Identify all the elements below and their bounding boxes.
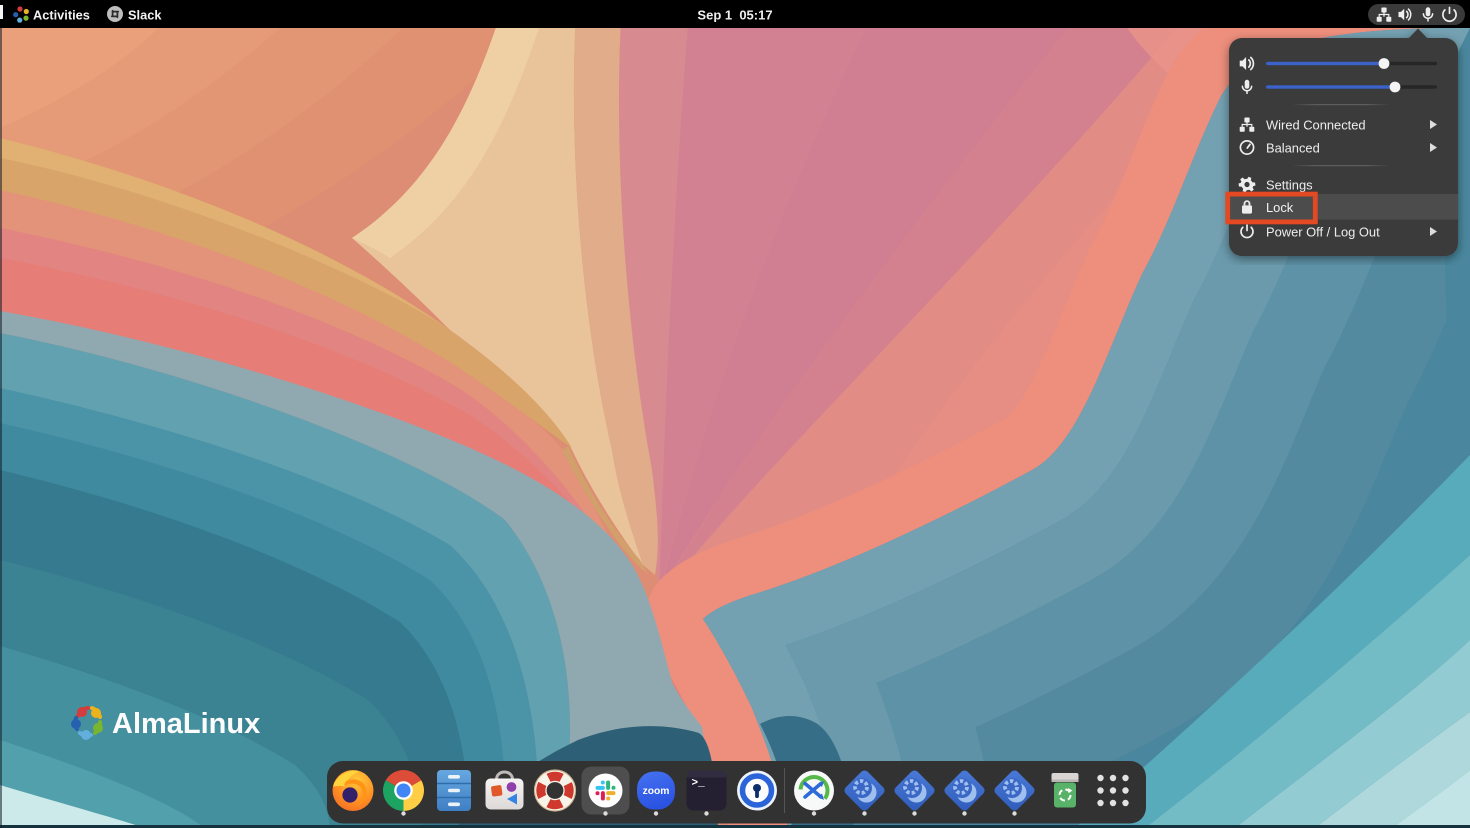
svg-text:AlmaLinux: AlmaLinux: [112, 708, 260, 740]
svg-text:Lock: Lock: [1266, 200, 1294, 215]
svg-text:zoom: zoom: [643, 786, 670, 797]
svg-text:Settings: Settings: [1266, 177, 1313, 192]
svg-text:Sep 1 05:17: Sep 1 05:17: [697, 7, 772, 22]
svg-text:Balanced: Balanced: [1266, 140, 1320, 155]
svg-text:Slack: Slack: [128, 7, 162, 22]
svg-text:Wired Connected: Wired Connected: [1266, 117, 1366, 132]
svg-text:Activities: Activities: [33, 7, 90, 22]
svg-text:>_: >_: [692, 778, 706, 790]
svg-text:Power Off / Log Out: Power Off / Log Out: [1266, 224, 1380, 239]
